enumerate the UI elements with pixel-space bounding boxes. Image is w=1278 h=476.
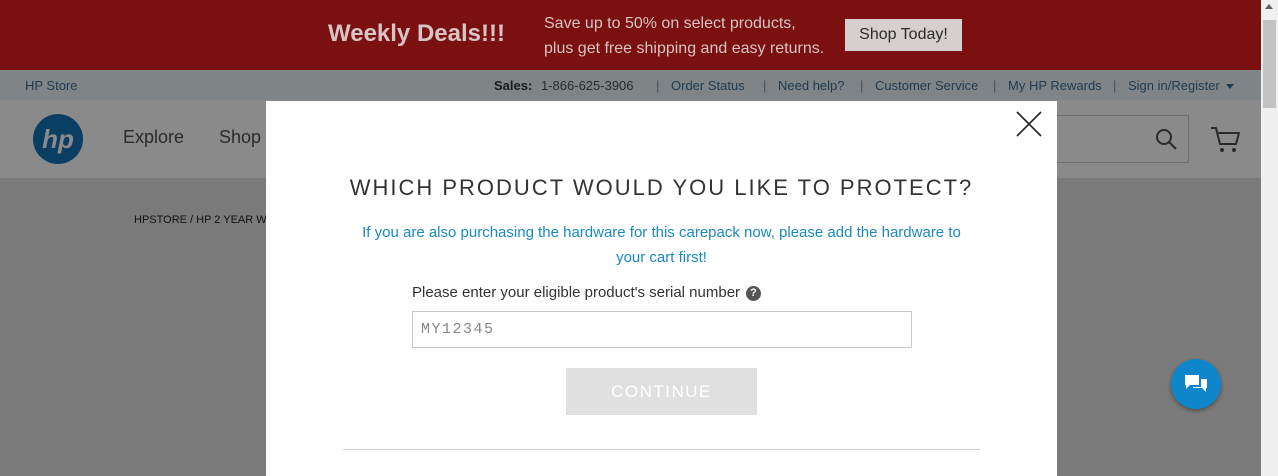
shop-today-button[interactable]: Shop Today! (845, 19, 962, 51)
cart-icon[interactable] (1210, 126, 1242, 154)
separator: | (656, 78, 660, 93)
serial-number-label: Please enter your eligible product's ser… (412, 284, 762, 301)
order-status-link[interactable]: Order Status (671, 78, 745, 93)
separator: | (860, 78, 864, 93)
promo-line-2: plus get free shipping and easy returns. (544, 40, 825, 57)
nav-shop[interactable]: Shop (219, 127, 261, 148)
close-icon[interactable] (1016, 111, 1042, 137)
scrollbar-thumb[interactable] (1263, 20, 1276, 108)
nav-explore[interactable]: Explore (123, 127, 184, 148)
separator: | (763, 78, 767, 93)
scroll-up-icon[interactable] (1265, 4, 1273, 9)
breadcrumb[interactable]: HPSTORE / HP 2 YEAR W/A (134, 214, 277, 226)
my-hp-rewards-link[interactable]: My HP Rewards (1008, 78, 1102, 93)
continue-button[interactable]: CONTINUE (566, 368, 757, 415)
promo-text: Save up to 50% on select products, plus … (544, 11, 824, 61)
help-icon[interactable]: ? (746, 285, 762, 301)
hp-store-link[interactable]: HP Store (25, 78, 78, 93)
divider (343, 449, 980, 450)
promo-line-1: Save up to 50% on select products, (544, 15, 796, 32)
sales-phone[interactable]: 1-866-625-3906 (541, 78, 634, 93)
separator: | (993, 78, 997, 93)
customer-service-link[interactable]: Customer Service (875, 78, 978, 93)
hp-logo[interactable]: hp (33, 114, 83, 164)
serial-label-text: Please enter your eligible product's ser… (412, 284, 741, 301)
modal-info-text: If you are also purchasing the hardware … (362, 224, 961, 266)
chat-icon (1185, 375, 1207, 392)
search-icon[interactable] (1155, 128, 1177, 150)
serial-number-input[interactable] (412, 311, 912, 348)
chevron-down-icon (1225, 84, 1234, 90)
promo-banner: Weekly Deals!!! Save up to 50% on select… (0, 0, 1261, 70)
promo-title: Weekly Deals!!! (328, 20, 505, 47)
modal-title: WHICH PRODUCT WOULD YOU LIKE TO PROTECT? (349, 175, 974, 200)
sign-in-register-link[interactable]: Sign in/Register (1128, 78, 1234, 93)
separator: | (1113, 78, 1117, 93)
sign-in-label: Sign in/Register (1128, 78, 1220, 93)
need-help-link[interactable]: Need help? (778, 78, 845, 93)
sales-label: Sales: (494, 78, 533, 93)
chat-button[interactable] (1171, 359, 1221, 409)
utility-bar: HP Store Sales: 1-866-625-3906 | Order S… (0, 70, 1261, 100)
